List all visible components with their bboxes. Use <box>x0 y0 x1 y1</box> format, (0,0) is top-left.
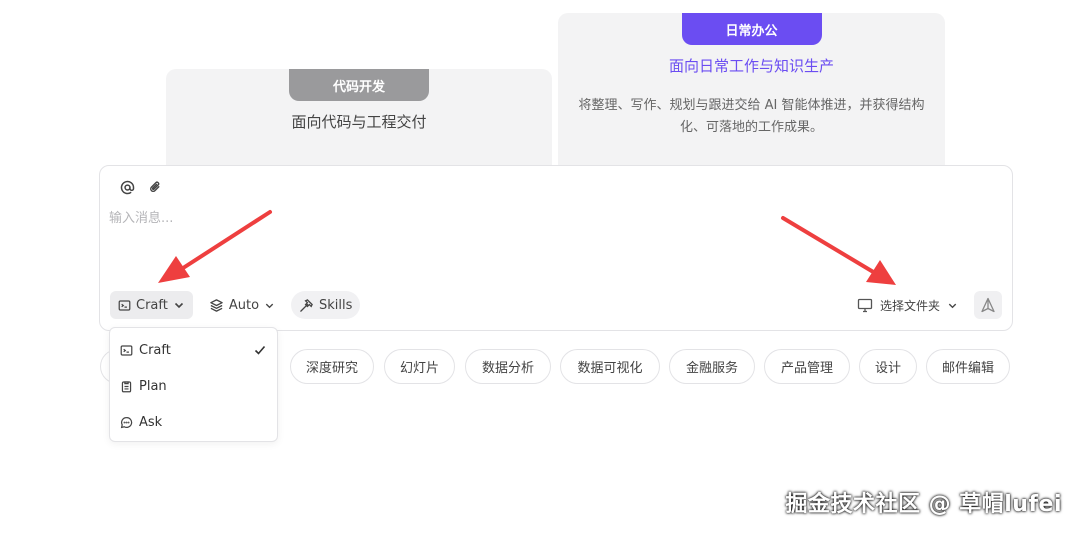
office-tab: 日常办公 <box>681 13 822 45</box>
hammer-icon <box>300 298 313 312</box>
mention-icon[interactable] <box>118 178 136 196</box>
dropdown-item-label: Ask <box>139 414 163 430</box>
layers-icon <box>210 298 223 312</box>
chip-slides[interactable]: 幻灯片 <box>384 349 455 384</box>
chevron-down-icon <box>174 302 183 309</box>
craft-icon <box>118 299 131 311</box>
chip-deep-research[interactable]: 深度研究 <box>290 349 374 384</box>
attachment-icon[interactable] <box>146 178 164 196</box>
clipboard-icon <box>121 380 132 392</box>
dropdown-item-label: Plan <box>139 378 167 394</box>
folder-selector-button[interactable]: 选择文件夹 <box>851 291 964 319</box>
model-selector-button[interactable]: Auto <box>201 291 283 319</box>
office-title: 面向日常工作与知识生产 <box>668 57 834 75</box>
send-button[interactable] <box>974 291 1002 319</box>
message-composer: Craft Auto Skills 选择文件夹 <box>99 165 1013 331</box>
dropdown-item-craft[interactable]: Craft <box>110 332 277 368</box>
composer-toolbar-left: Craft Auto Skills <box>110 291 361 319</box>
chevron-down-icon <box>948 303 957 308</box>
office-card[interactable]: 日常办公 面向日常工作与知识生产 将整理、写作、规划与跟进交给 AI 智能体推进… <box>558 13 945 179</box>
chip-product-management[interactable]: 产品管理 <box>764 349 850 384</box>
chip-data-analysis[interactable]: 数据分析 <box>465 349 551 384</box>
mode-selector-button[interactable]: Craft <box>110 291 193 319</box>
mode-selector-label: Craft <box>136 297 168 313</box>
skills-button[interactable]: Skills <box>291 291 361 319</box>
chevron-down-icon <box>265 303 274 308</box>
watermark: 掘金技术社区 @ 草帽lufei <box>785 492 1062 517</box>
chip-design[interactable]: 设计 <box>859 349 917 384</box>
code-dev-tab: 代码开发 <box>289 69 429 101</box>
code-dev-card[interactable]: 代码开发 面向代码与工程交付 <box>166 69 552 179</box>
checkmark-icon <box>254 345 266 355</box>
send-icon <box>981 297 995 313</box>
chip-finance[interactable]: 金融服务 <box>669 349 755 384</box>
chip-data-visualization[interactable]: 数据可视化 <box>560 349 660 384</box>
craft-icon <box>120 344 133 356</box>
chip-email-edit[interactable]: 邮件编辑 <box>926 349 1010 384</box>
model-selector-label: Auto <box>228 297 260 313</box>
code-dev-title: 面向代码与工程交付 <box>291 113 427 131</box>
mode-dropdown-menu: Craft Plan Ask <box>109 327 278 442</box>
chat-bubble-icon <box>120 416 133 428</box>
dropdown-item-label: Craft <box>139 342 171 358</box>
dropdown-item-plan[interactable]: Plan <box>110 368 277 404</box>
skills-label: Skills <box>319 297 353 313</box>
office-description: 将整理、写作、规划与跟进交给 AI 智能体推进，并获得结构化、可落地的工作成果。 <box>578 98 925 135</box>
message-input[interactable] <box>109 206 989 230</box>
composer-toolbar-right: 选择文件夹 <box>851 291 1002 319</box>
dropdown-item-ask[interactable]: Ask <box>110 404 277 440</box>
folder-selector-label: 选择文件夹 <box>879 298 940 313</box>
monitor-icon <box>857 298 873 312</box>
composer-top-icons <box>118 178 164 196</box>
